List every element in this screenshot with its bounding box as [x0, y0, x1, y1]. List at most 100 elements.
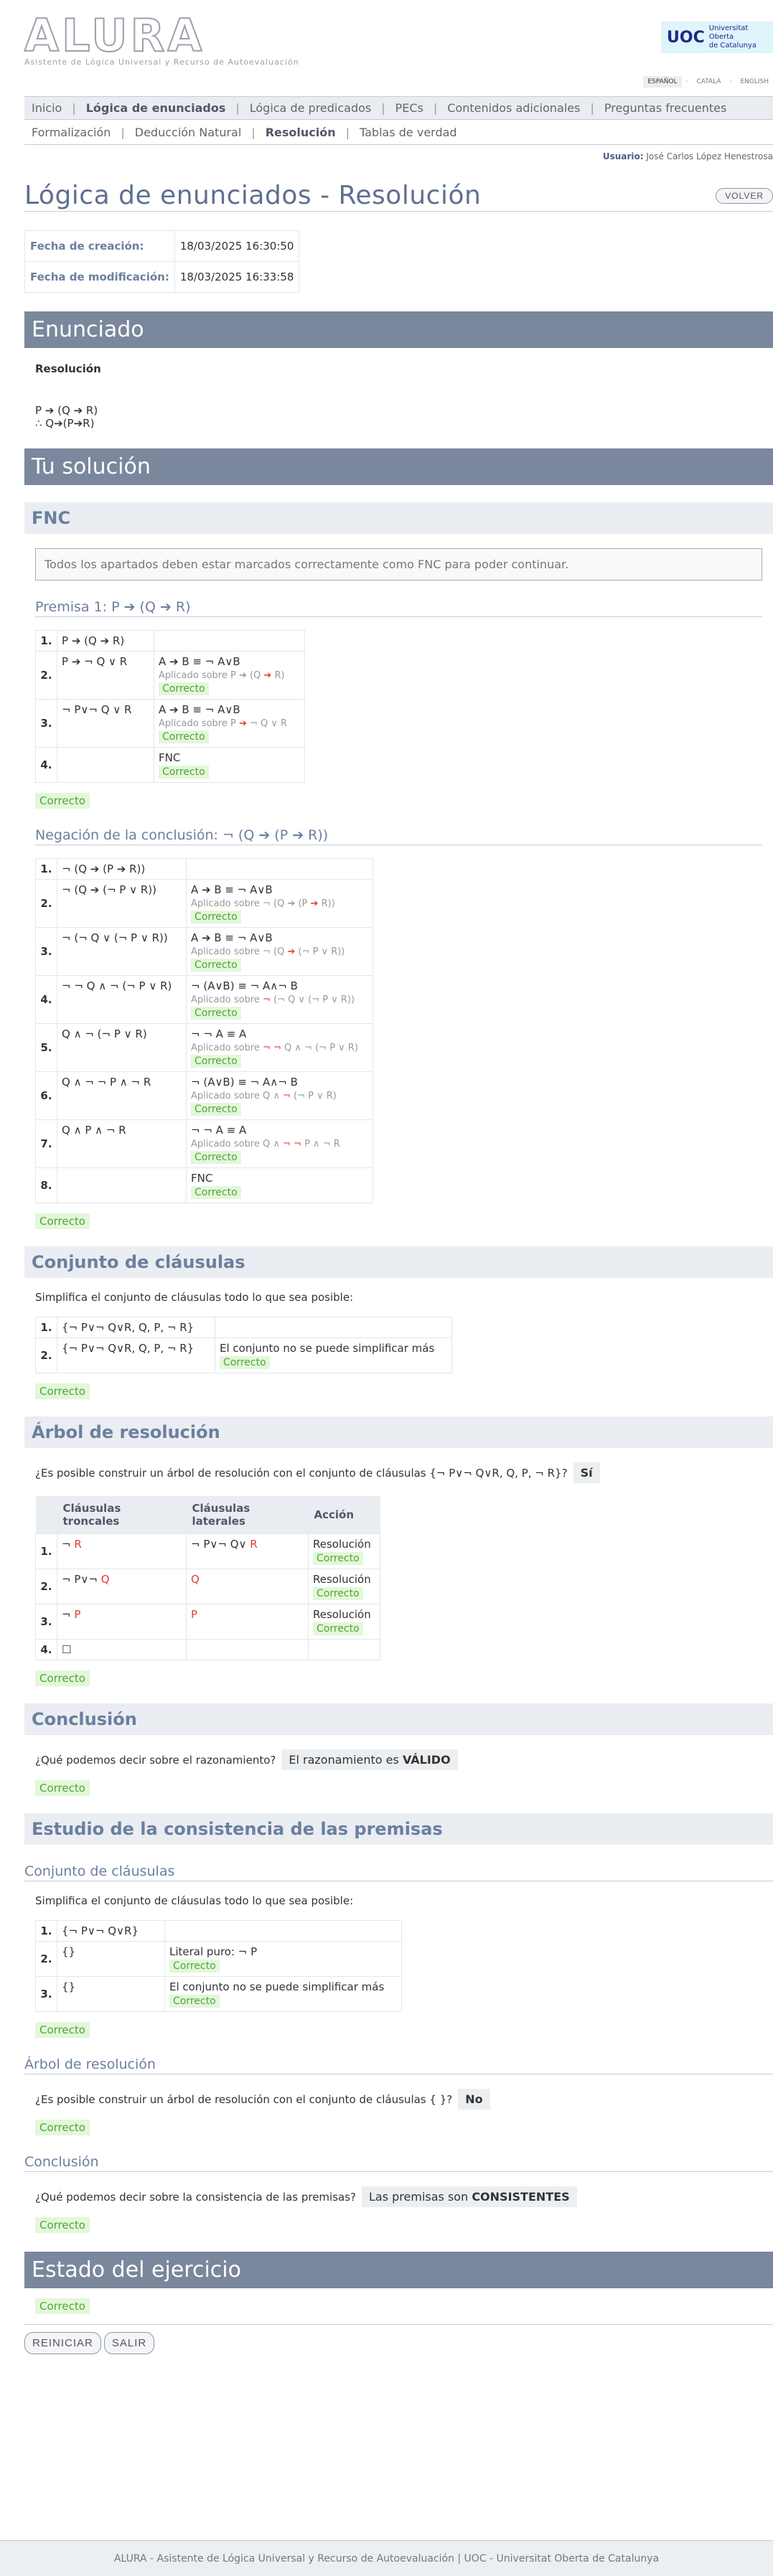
table-row: 1. ¬ R ¬ P∨¬ Q∨ R Resolución Correcto	[35, 1533, 380, 1569]
correct-badge: Correcto	[191, 959, 241, 972]
table-row: 4. ☐	[35, 1639, 380, 1660]
clause-set: {}	[57, 1976, 165, 2012]
lang-ca[interactable]: CATALÀ	[693, 76, 726, 88]
conclusion-correct-badge: Correcto	[35, 1780, 90, 1796]
consistencia-table: 1. {¬ P∨¬ Q∨R} 2.{} Literal puro: ¬ P Corre…	[35, 1920, 402, 2012]
content: Inicio | Lógica de enunciados | Lógica de …	[0, 96, 773, 2354]
action-text: Resolución	[313, 1538, 371, 1551]
meta-table: Fecha de creación: 18/03/2025 16:30:50 Fe…	[24, 230, 300, 293]
correct-badge: Correcto	[191, 1103, 241, 1116]
correct-badge: Correcto	[159, 730, 209, 743]
user-info: Usuario: José Carlos López Henestrosa	[24, 145, 773, 161]
enunciado-label: Resolución	[35, 362, 101, 375]
footer: ALURA - Asistente de Lógica Universal y …	[0, 2540, 773, 2576]
enunciado-banner: Enunciado	[24, 311, 773, 348]
conjunto-instructions: Simplifica el conjunto de cláusulas todo…	[35, 1291, 354, 1304]
table-row: 2. ¬ (Q ➔ (¬ P ∨ R)) A ➔ B ≡ ¬ A∨B Aplicado…	[35, 879, 373, 928]
consistencia-conjunto-title: Conjunto de cláusulas	[24, 1863, 773, 1881]
consistencia-arbol-title: Árbol de resolución	[24, 2056, 773, 2074]
reiniciar-button[interactable]: REINICIAR	[24, 2332, 101, 2354]
correct-badge: Correcto	[169, 1960, 220, 1973]
conclusion-answer[interactable]: El razonamiento es VÁLIDO	[281, 1749, 458, 1770]
consistencia-conclusion-question: ¿Qué podemos decir sobre la consistencia…	[35, 2186, 773, 2207]
subnav-tablas[interactable]: Tablas de verdad	[360, 126, 457, 139]
correct-badge: Correcto	[191, 1007, 241, 1020]
table-row: 3. ¬ (¬ Q ∨ (¬ P ∨ R)) A ➔ B ≡ ¬ A∨B Aplica…	[35, 927, 373, 976]
main-nav: Inicio | Lógica de enunciados | Lógica de …	[24, 96, 773, 120]
logo-wordmark: ALURA	[24, 9, 205, 62]
alura-logo[interactable]: ALURA Asistente de Lógica Universal y Re…	[24, 9, 299, 67]
arbol-answer[interactable]: Sí	[573, 1462, 600, 1483]
table-row: 6. Q ∧ ¬ ¬ P ∧ ¬ R ¬ (A∨B) ≡ ¬ A∧¬ B Aplica…	[35, 1071, 373, 1120]
answer-prefix: El razonamiento es	[289, 1753, 403, 1767]
enunciado-premise: P ➔ (Q ➔ R)	[35, 404, 98, 417]
conclusion-title: Conclusión	[24, 1703, 773, 1735]
no-simplify-text: El conjunto no se puede simplificar más	[169, 1980, 385, 1993]
clause-set: {¬ P∨¬ Q∨R, Q, P, ¬ R}	[57, 1338, 215, 1373]
consistencia-arbol-question-text: ¿Es posible construir un árbol de resolu…	[35, 2092, 453, 2106]
uoc-mark: UOC	[667, 28, 705, 47]
subnav-deduccion[interactable]: Deducción Natural	[135, 126, 242, 139]
page-title: Lógica de enunciados - Resolución	[24, 181, 482, 210]
correct-badge: Correcto	[313, 1622, 363, 1635]
table-row: 3. ¬ P∨¬ Q ∨ RA ➔ B ≡ ¬ A∨B Aplicado sobre…	[35, 699, 305, 748]
arbol-question-text: ¿Es posible construir un árbol de resolu…	[35, 1466, 568, 1480]
modified-value: 18/03/2025 16:33:58	[174, 261, 300, 293]
table-row: 1. P ➔ (Q ➔ R)	[35, 630, 305, 652]
action-text: Resolución	[313, 1608, 371, 1621]
correct-badge: Correcto	[191, 1055, 241, 1068]
estado-correct-badge: Correcto	[35, 2298, 90, 2314]
col-accion: Acción	[308, 1496, 380, 1534]
table-row: 2. {¬ P∨¬ Q∨R, Q, P, ¬ R} El conjunto no s…	[35, 1338, 452, 1373]
consistencia-instructions: Simplifica el conjunto de cláusulas todo…	[35, 1894, 354, 1907]
consistencia-arbol-question: ¿Es posible construir un árbol de resolu…	[35, 2089, 773, 2110]
created-value: 18/03/2025 16:30:50	[174, 230, 300, 262]
col-troncales: Cláusulas troncales	[57, 1496, 187, 1534]
table-row: 2. ¬ P∨¬ Q Q Resolución Correcto	[35, 1569, 380, 1604]
correct-badge: Correcto	[220, 1356, 270, 1369]
nav-pecs[interactable]: PECs	[395, 101, 423, 115]
arbol-table: Cláusulas troncales Cláusulas laterales Ac…	[35, 1496, 380, 1660]
conjunto-title: Conjunto de cláusulas	[24, 1246, 773, 1278]
correct-badge: Correcto	[191, 1186, 241, 1199]
answer-value: VÁLIDO	[402, 1753, 451, 1767]
fnc-message: Todos los apartados deben estar marcados…	[35, 548, 762, 580]
correct-badge: Correcto	[313, 1587, 363, 1600]
solucion-banner: Tu solución	[24, 448, 773, 485]
subnav-formalizacion[interactable]: Formalización	[32, 126, 111, 139]
table-row: 4. FNC Correcto	[35, 747, 305, 783]
correct-badge: Correcto	[191, 1151, 241, 1164]
conjunto-table: 1. {¬ P∨¬ Q∨R, Q, P, ¬ R} 2. {¬ P∨¬ Q∨R, Q…	[35, 1317, 452, 1373]
nav-logica-predicados[interactable]: Lógica de predicados	[250, 101, 372, 115]
correct-badge: Correcto	[313, 1552, 363, 1565]
actions: REINICIAR SALIR	[24, 2324, 773, 2354]
arbol-correct-badge: Correcto	[35, 1670, 90, 1686]
nav-inicio[interactable]: Inicio	[32, 101, 62, 115]
nav-preguntas[interactable]: Preguntas frecuentes	[604, 101, 726, 115]
subnav-resolucion[interactable]: Resolución	[266, 126, 336, 139]
consistencia-conclusion-answer[interactable]: Las premisas son CONSISTENTES	[362, 2186, 577, 2207]
clause-set: {¬ P∨¬ Q∨R, Q, P, ¬ R}	[57, 1317, 215, 1338]
consistencia-arbol-answer[interactable]: No	[458, 2089, 490, 2110]
conclusion-question-text: ¿Qué podemos decir sobre el razonamiento…	[35, 1753, 276, 1767]
table-row: 2. P ➔ ¬ Q ∨ RA ➔ B ≡ ¬ A∨B Aplicado sobre…	[35, 651, 305, 700]
table-row: 8. FNC Correcto	[35, 1167, 373, 1203]
negacion-table: 1. ¬ (Q ➔ (P ➔ R)) 2. ¬ (Q ➔ (¬ P ∨ R)) A ➔…	[35, 858, 373, 1203]
lang-es[interactable]: ESPAÑOL	[643, 76, 682, 88]
consistencia-title: Estudio de la consistencia de las premis…	[24, 1813, 773, 1845]
answer-prefix: Las premisas son	[369, 2190, 472, 2204]
lang-en[interactable]: ENGLISH	[736, 76, 773, 88]
consistencia-arbol-correct-badge: Correcto	[35, 2120, 90, 2135]
consistencia-conclusion-question-text: ¿Qué podemos decir sobre la consistencia…	[35, 2190, 356, 2204]
nav-logica-enunciados[interactable]: Lógica de enunciados	[86, 101, 226, 115]
conclusion-question: ¿Qué podemos decir sobre el razonamiento…	[35, 1749, 773, 1770]
salir-button[interactable]: SALIR	[103, 2332, 155, 2354]
title-bar: Lógica de enunciados - Resolución VOLVER	[24, 180, 773, 212]
uoc-logo[interactable]: UOC Universitat Oberta de Catalunya	[661, 22, 773, 53]
table-row: 7. Q ∧ P ∧ ¬ R ¬ ¬ A ≡ A Aplicado sobre Q ∧…	[35, 1119, 373, 1168]
table-row: 2.{} Literal puro: ¬ P Correcto	[35, 1941, 402, 1977]
back-button[interactable]: VOLVER	[716, 187, 773, 204]
consistencia-correct-badge: Correcto	[35, 2022, 90, 2038]
language-selector: ESPAÑOL · CATALÀ · ENGLISH	[643, 76, 773, 88]
nav-contenidos[interactable]: Contenidos adicionales	[447, 101, 580, 115]
